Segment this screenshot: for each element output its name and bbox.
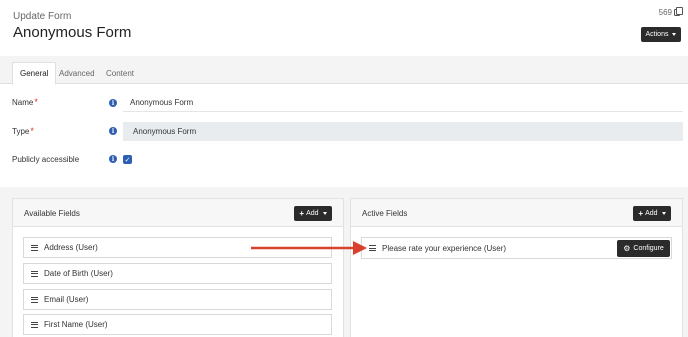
type-label-text: Type [12,127,30,136]
add-button-label: Add [645,210,658,217]
tab-advanced[interactable]: Advanced [52,62,102,84]
drag-handle-icon[interactable] [369,245,376,251]
actions-button-label: Actions [645,31,669,38]
page-header: Update Form Anonymous Form 569 Actions [0,0,688,56]
arrow-icon [251,241,367,255]
available-fields-title: Available Fields [24,209,80,218]
tab-bar: General Advanced Content [0,56,688,85]
tab-content[interactable]: Content [99,62,141,84]
page-title: Anonymous Form [13,24,132,41]
add-button-label: Add [306,210,319,217]
list-item[interactable]: Date of Birth (User) [23,263,332,284]
field-label: Address (User) [44,243,98,252]
add-active-field-button[interactable]: + Add [633,206,671,221]
name-label-text: Name [12,98,34,107]
caret-down-icon [672,33,677,36]
drag-handle-icon[interactable] [31,321,38,328]
fields-area: Available Fields + Add Address (User) Da… [0,187,688,337]
public-checkbox[interactable]: ✓ [123,155,132,164]
field-label: First Name (User) [44,320,108,329]
active-fields-header: Active Fields + Add [351,199,682,227]
type-select[interactable]: Anonymous Form [123,122,683,141]
info-icon[interactable]: i [109,155,117,163]
drag-handle-icon[interactable] [31,296,38,303]
configure-button[interactable]: ⚙ Configure [617,240,670,257]
tab-general[interactable]: General [12,62,57,85]
actions-button[interactable]: Actions [641,27,681,42]
field-label: Date of Birth (User) [44,269,113,278]
add-available-field-button[interactable]: + Add [294,206,332,221]
active-fields-panel: Active Fields + Add Please rate your exp… [350,198,683,337]
list-item[interactable]: Email (User) [23,289,332,310]
type-label: Type* [12,126,34,136]
list-item[interactable]: First Name (User) [23,314,332,335]
name-input[interactable]: Anonymous Form [123,93,683,112]
copy-icon[interactable] [674,7,683,16]
field-label: Please rate your experience (User) [382,243,507,253]
record-count: 569 [658,7,683,17]
available-fields-panel: Available Fields + Add Address (User) Da… [12,198,344,337]
available-fields-header: Available Fields + Add [13,199,343,227]
plus-icon: + [638,209,644,218]
info-icon[interactable]: i [109,127,117,135]
info-icon[interactable]: i [109,99,117,107]
gear-icon: ⚙ [623,244,631,253]
record-count-value: 569 [658,8,672,17]
public-label: Publicly accessible [12,155,80,164]
configure-button-label: Configure [633,245,664,252]
field-label: Email (User) [44,295,89,304]
plus-icon: + [299,209,305,218]
name-label: Name* [12,97,38,107]
drag-handle-icon[interactable] [31,270,38,277]
caret-down-icon [322,212,327,215]
caret-down-icon [661,212,666,215]
required-marker: * [34,97,38,107]
drag-handle-icon[interactable] [31,244,38,251]
active-fields-title: Active Fields [362,209,408,218]
list-item[interactable]: Please rate your experience (User) ⚙ Con… [361,237,672,259]
required-marker: * [30,126,34,136]
page-subtitle: Update Form [13,11,72,22]
